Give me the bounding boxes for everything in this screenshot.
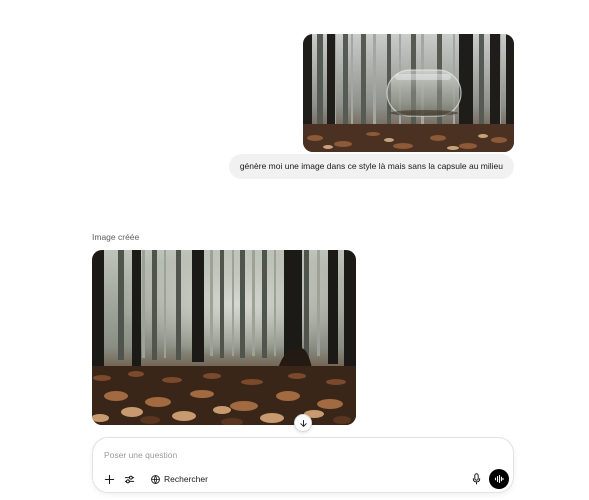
message-composer: Rechercher [92, 437, 514, 493]
voice-mode-button[interactable] [489, 469, 509, 489]
plus-icon [104, 474, 114, 484]
sliders-icon [124, 475, 134, 483]
question-input[interactable] [104, 448, 494, 462]
arrow-down-icon [299, 419, 307, 427]
add-attachment-button[interactable] [102, 471, 116, 487]
tools-button[interactable] [122, 471, 136, 487]
generated-image[interactable] [92, 250, 356, 425]
forest-floor-image [92, 250, 356, 425]
image-created-label: Image créée [92, 232, 140, 242]
user-uploaded-image[interactable] [303, 34, 514, 152]
search-button[interactable]: Rechercher [146, 471, 212, 487]
forest-capsule-image [303, 34, 514, 152]
voice-waveform-icon [494, 474, 504, 484]
search-label: Rechercher [164, 474, 208, 484]
scroll-down-button[interactable] [294, 414, 312, 432]
dictate-button[interactable] [470, 471, 482, 487]
user-message-text: génère moi une image dans ce style là ma… [239, 161, 503, 171]
microphone-icon [472, 473, 480, 485]
globe-search-icon [151, 474, 160, 484]
user-message-bubble: génère moi une image dans ce style là ma… [228, 154, 514, 179]
